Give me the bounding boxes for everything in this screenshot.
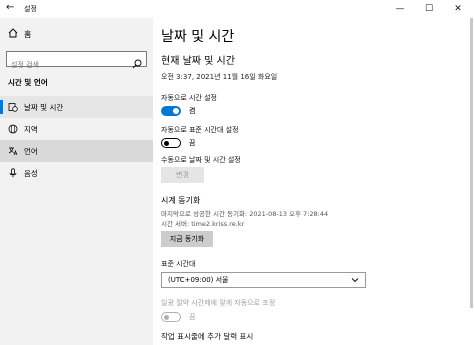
current-datetime-header: 현재 날짜 및 시간 xyxy=(161,56,235,67)
sidebar-item-region[interactable]: 지역 xyxy=(0,118,153,140)
back-button[interactable]: ← xyxy=(6,2,14,13)
auto-time-toggle[interactable] xyxy=(161,106,181,116)
home-label: 홈 xyxy=(24,29,32,39)
selection-indicator xyxy=(0,100,3,114)
microphone-icon xyxy=(8,168,18,178)
window-title: 설정 xyxy=(24,5,37,13)
maximize-button[interactable]: ☐ xyxy=(415,0,443,18)
dst-state: 끔 xyxy=(189,313,196,321)
auto-timezone-label: 자동으로 표준 시간대 설정 xyxy=(161,126,239,134)
home-icon xyxy=(8,28,18,40)
chevron-down-icon xyxy=(351,276,359,286)
auto-time-label: 자동으로 시간 설정 xyxy=(161,94,217,102)
search-box[interactable] xyxy=(6,51,147,72)
dst-toggle-row: 끔 xyxy=(161,312,195,322)
sidebar-section-title: 시간 및 언어 xyxy=(8,78,48,87)
auto-timezone-toggle-row: 끔 xyxy=(161,138,195,148)
page-title: 날짜 및 시간 xyxy=(161,29,235,45)
auto-time-state: 켬 xyxy=(189,107,196,115)
auto-timezone-state: 끔 xyxy=(189,139,196,147)
scrollbar[interactable] xyxy=(470,18,473,308)
sidebar-home[interactable]: 홈 xyxy=(8,28,31,40)
sidebar-item-date-time[interactable]: 날짜 및 시간 xyxy=(0,96,153,118)
title-bar: ← 설정 — ☐ ✕ xyxy=(0,0,474,18)
taskbar-calendar-label: 작업 표시줄에 추가 달력 표시 xyxy=(161,332,254,341)
timezone-value: (UTC+09:00) 서울 xyxy=(168,276,229,284)
timezone-label: 표준 시간대 xyxy=(161,260,196,268)
auto-time-toggle-row: 켬 xyxy=(161,106,195,116)
sync-clock-header: 시계 동기화 xyxy=(161,196,201,205)
change-button[interactable]: 변경 xyxy=(161,167,204,183)
manual-datetime-label: 수동으로 날짜 및 시간 설정 xyxy=(161,156,241,164)
sidebar-item-label: 음성 xyxy=(24,168,38,178)
dst-toggle[interactable] xyxy=(161,312,181,322)
globe-icon xyxy=(8,124,18,134)
close-button[interactable]: ✕ xyxy=(444,0,472,18)
sidebar-item-speech[interactable]: 음성 xyxy=(0,162,153,184)
sidebar-item-label: 지역 xyxy=(24,124,38,134)
sync-now-button[interactable]: 지금 동기화 xyxy=(161,231,213,247)
timezone-select[interactable]: (UTC+09:00) 서울 xyxy=(161,272,366,288)
last-sync-text: 마지막으로 성공한 시간 동기화: 2021-08-13 오후 7:28:44 xyxy=(161,210,329,218)
sidebar-item-label: 날짜 및 시간 xyxy=(24,102,64,112)
time-server-text: 시간 서버: time2.kriss.re.kr xyxy=(161,220,245,228)
current-datetime: 오전 3:37, 2021년 11월 16일 화요일 xyxy=(161,73,278,81)
auto-timezone-toggle[interactable] xyxy=(161,138,181,148)
minimize-button[interactable]: — xyxy=(386,0,414,18)
search-input[interactable] xyxy=(7,58,125,72)
dst-label: 일광 절약 시간제에 맞게 자동으로 조정 xyxy=(161,299,276,307)
sidebar-item-label: 언어 xyxy=(24,146,38,156)
calendar-clock-icon xyxy=(8,102,18,112)
language-icon xyxy=(8,146,18,156)
search-icon[interactable] xyxy=(132,54,142,69)
sidebar-item-language[interactable]: 언어 xyxy=(0,140,153,162)
main-content: 날짜 및 시간 현재 날짜 및 시간 오전 3:37, 2021년 11월 16… xyxy=(153,18,474,345)
sidebar: 홈 시간 및 언어 날짜 및 시간 지역 언어 음성 xyxy=(0,18,153,345)
